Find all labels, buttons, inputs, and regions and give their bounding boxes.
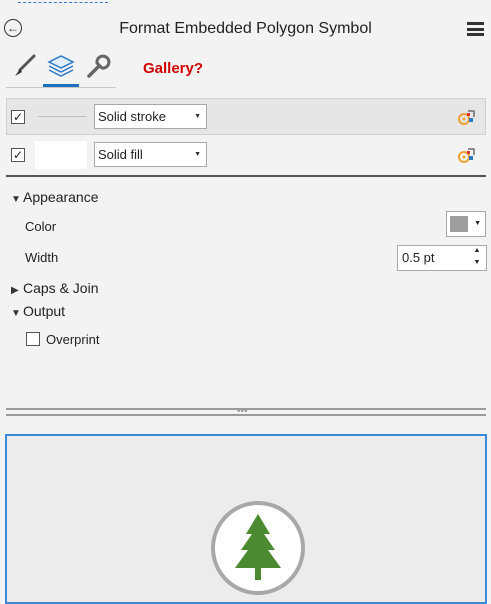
- tab-properties[interactable]: [8, 46, 42, 86]
- gallery-question-annotation: Gallery?: [143, 60, 204, 77]
- symbol-preview-pane: [5, 434, 487, 604]
- width-input[interactable]: [402, 250, 462, 265]
- hamburger-menu-icon[interactable]: [467, 22, 484, 36]
- cropped-link-text: [18, 0, 108, 3]
- chevron-down-icon: ▼: [11, 308, 21, 319]
- wrench-icon: [87, 54, 111, 78]
- overprint-checkbox[interactable]: [26, 332, 40, 346]
- spin-down-icon[interactable]: ▼: [472, 259, 482, 266]
- stroke-type-dropdown[interactable]: Solid stroke ▼: [94, 104, 207, 129]
- section-output-header[interactable]: ▼ Output: [11, 303, 65, 319]
- fill-type-dropdown[interactable]: Solid fill ▼: [94, 142, 207, 167]
- stroke-preview: [38, 116, 86, 117]
- tab-structure[interactable]: [80, 46, 114, 86]
- spin-up-icon[interactable]: ▲: [472, 247, 482, 254]
- layers-icon: [47, 55, 75, 77]
- layers-divider: [6, 175, 486, 177]
- fill-preview: [35, 141, 87, 169]
- chevron-down-icon: ▼: [474, 220, 481, 227]
- chevron-down-icon: ▼: [11, 194, 21, 205]
- layer-options-icon[interactable]: [458, 108, 476, 126]
- width-stepper[interactable]: ▲ ▼: [397, 245, 487, 271]
- chevron-right-icon: ▶: [11, 285, 19, 296]
- chevron-down-icon: ▼: [194, 113, 201, 120]
- fill-type-label: Solid fill: [98, 147, 143, 162]
- tab-strip-divider: [6, 87, 116, 88]
- splitter-grip-icon[interactable]: •••: [237, 407, 259, 417]
- section-output-label: Output: [23, 303, 66, 319]
- section-appearance-header[interactable]: ▼ Appearance: [11, 189, 99, 205]
- tab-layers[interactable]: [44, 46, 78, 86]
- color-swatch: [450, 216, 468, 232]
- layer-visibility-checkbox-stroke[interactable]: ✓: [11, 110, 25, 124]
- section-caps-join-header[interactable]: ▶ Caps & Join: [11, 280, 98, 296]
- stroke-type-label: Solid stroke: [98, 109, 166, 124]
- layer-options-icon[interactable]: [458, 146, 476, 164]
- section-caps-join-label: Caps & Join: [23, 280, 99, 296]
- layer-visibility-checkbox-fill[interactable]: ✓: [11, 148, 25, 162]
- color-label: Color: [25, 219, 57, 234]
- color-picker-button[interactable]: ▼: [446, 211, 486, 237]
- pane-title: Format Embedded Polygon Symbol: [119, 20, 372, 37]
- overprint-label: Overprint: [46, 332, 100, 347]
- paintbrush-icon: [15, 54, 36, 76]
- chevron-down-icon: ▼: [194, 151, 201, 158]
- section-appearance-label: Appearance: [23, 189, 99, 205]
- pine-tree-symbol-icon: [211, 501, 305, 595]
- width-label: Width: [25, 250, 59, 265]
